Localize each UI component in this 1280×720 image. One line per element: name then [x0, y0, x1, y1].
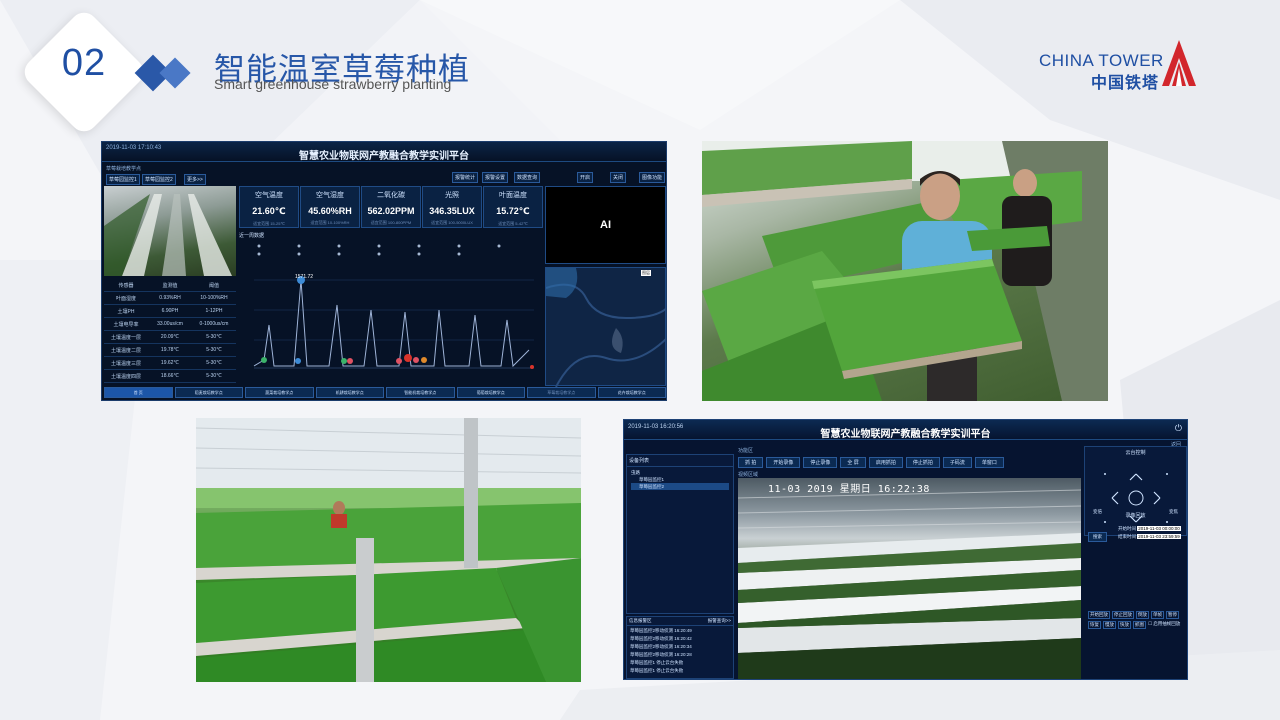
stop-capture-button[interactable]: 停止抓拍 — [905, 457, 940, 468]
dashboard-title: 智慧农业物联网产教融合教学实训平台 — [820, 429, 991, 440]
nav-home[interactable]: 首 页 — [104, 387, 173, 398]
image-function-button[interactable]: 图像功能 — [639, 172, 666, 183]
single-window-button[interactable]: 单窗口 — [974, 457, 1004, 468]
frame-skip-checkbox[interactable]: ☐ 启用抽帧回放 — [1148, 621, 1180, 629]
nav-grape[interactable]: 葡萄栽培教学点 — [456, 387, 525, 398]
end-time-field[interactable]: 2019-11-03 23:59:59 — [1137, 534, 1181, 539]
fast-button[interactable]: 快放 — [1118, 621, 1131, 629]
dashboard-title: 智慧农业物联网产教融合教学实训平台 — [299, 151, 469, 162]
photo-workers-seedling-trays — [702, 141, 1108, 401]
metric-air-humidity: 空气湿度 45.60%RH 适宜范围 10-100%RH — [300, 186, 360, 228]
nav-strawberry[interactable]: 草莓栽培教学点 — [527, 387, 596, 398]
alarm-query-link[interactable]: 报警查询>> — [708, 618, 731, 624]
metric-air-temperature: 空气温度 21.60℃ 适宜范围 15-25℃ — [239, 186, 299, 228]
pause-button[interactable]: 暂停 — [1166, 611, 1179, 619]
table-row: 土壤电导率 33.00us/cm 0-1000us/cm — [104, 318, 236, 331]
table-header-row: 传感器 监测值 阈值 — [104, 279, 236, 292]
tree-root[interactable]: 虫路 — [631, 469, 729, 476]
video-feed[interactable]: 11-03 2019 星期日 16:22:38 — [738, 478, 1081, 679]
dashboard-header: 2019-11-03 16:20:56 智慧农业物联网产教融合教学实训平台 ⏻ — [624, 420, 1187, 440]
logo-text-en: CHINA TOWER — [1039, 51, 1164, 70]
sensor-table: 传感器 监测值 阈值 叶面湿度 0.93%RH 10-100%RH 土壤PH 6.90PH… — [104, 279, 236, 383]
section-number: 02 — [61, 42, 107, 84]
nav-vegetable[interactable]: 蔬菜栽培教学点 — [245, 387, 314, 398]
video-monitor-screenshot: 2019-11-03 16:20:56 智慧农业物联网产教融合教学实训平台 ⏻ … — [623, 419, 1188, 680]
data-query-button[interactable]: 数据查询 — [514, 172, 541, 183]
stop-playback-button[interactable]: 停止回放 — [1112, 611, 1134, 619]
stop-record-button[interactable]: 停止录像 — [803, 457, 838, 468]
power-icon[interactable]: ⏻ — [1175, 423, 1182, 434]
bottom-nav: 首 页 稻麦栽培教学点 蔬菜栽培教学点 机耕栽培教学点 智能机栽培教学点 葡萄栽… — [104, 387, 666, 398]
tree-item-camera2[interactable]: 草莓园监控2 — [631, 483, 729, 490]
nav-machine-farming[interactable]: 机耕栽培教学点 — [315, 387, 384, 398]
alarm-panel: 信息报警区 报警查询>> 草莓园监控2移动侦测 16:20:49 草莓园监控2移动… — [626, 616, 734, 679]
close-button[interactable]: 关闭 — [610, 172, 627, 183]
slow-button[interactable]: 慢放 — [1103, 621, 1116, 629]
table-row: 土壤PH 6.90PH 1-12PH — [104, 305, 236, 318]
map-panel[interactable]: 图层 — [545, 267, 666, 388]
resume-button[interactable]: 恢复 — [1088, 621, 1101, 629]
substream-button[interactable]: 子码流 — [942, 457, 972, 468]
video-area-label: 视频区域 — [738, 472, 759, 478]
nav-flower[interactable]: 花卉栽培教学点 — [597, 387, 666, 398]
alarm-item: 草莓园监控2移动侦测 16:20:42 — [630, 636, 692, 641]
alarm-item: 草莓园监控2移动侦测 16:20:49 — [630, 628, 692, 633]
alarm-stats-button[interactable]: 报警统计 — [452, 172, 479, 183]
capture-button[interactable]: 抓图 — [1133, 621, 1146, 629]
photo-greenhouse-seedling-beds — [196, 418, 581, 682]
metric-co2: 二氧化碳 562.02PPM 适宜范围 100-800PPM — [361, 186, 421, 228]
open-button[interactable]: 开启 — [577, 172, 594, 183]
metric-leaf-temperature: 叶面温度 15.72℃ 适宜范围 5-42℃ — [483, 186, 543, 228]
video-osd-timestamp: 11-03 2019 星期日 16:22:38 — [768, 484, 930, 495]
alarm-item: 草莓园监控1 停止云台失败 — [630, 668, 684, 673]
ai-panel: AI — [545, 186, 666, 264]
tab-more[interactable]: 更多>> — [184, 174, 206, 185]
search-button[interactable]: 搜索 — [1088, 532, 1107, 542]
dashboard-header: 2019-11-03 17:10:43 智慧农业物联网产教融合教学实训平台 — [102, 142, 666, 162]
start-record-button[interactable]: 开始录像 — [766, 457, 801, 468]
table-row: 土壤温度一层 20.09℃ 5-30℃ — [104, 331, 236, 344]
tree-item-camera1[interactable]: 草莓园监控1 — [631, 476, 729, 483]
table-row: 土壤温度四层 18.66℃ 5-30℃ — [104, 370, 236, 383]
nav-smart-machine[interactable]: 智能机栽培教学点 — [386, 387, 455, 398]
iot-dashboard-screenshot: 2019-11-03 17:10:43 智慧农业物联网产教融合教学实训平台 草莓… — [101, 141, 667, 401]
table-row: 土壤温度二层 19.78℃ 5-30℃ — [104, 344, 236, 357]
function-area-label: 功能区 — [738, 448, 754, 454]
alarm-item: 草莓园监控1 停止云台失败 — [630, 660, 684, 665]
tab-camera2[interactable]: 草莓园监控2 — [142, 174, 176, 185]
snapshot-button[interactable]: 抓 拍 — [738, 457, 764, 468]
enable-capture-button[interactable]: 启用抓拍 — [868, 457, 903, 468]
camera-view — [104, 186, 236, 276]
metric-light: 光照 346.35LUX 适宜范围 100-5000LUX — [422, 186, 482, 228]
page-subtitle: Smart greenhouse strawberry planting — [214, 76, 452, 92]
china-tower-logo-icon — [1162, 40, 1196, 86]
weekly-line-chart: 1571.72 — [253, 244, 534, 369]
section-label: 草莓栽培教学点 — [106, 166, 142, 172]
fullscreen-button[interactable]: 全 屏 — [840, 457, 866, 468]
logo-text-cn: 中国铁塔 — [1091, 75, 1160, 92]
nav-rice-wheat[interactable]: 稻麦栽培教学点 — [174, 387, 243, 398]
table-row: 叶面湿度 0.93%RH 10-100%RH — [104, 292, 236, 305]
tab-camera1[interactable]: 草莓园监控1 — [106, 174, 140, 185]
alarm-item: 草莓园监控2移动侦测 16:20:34 — [630, 644, 692, 649]
device-list-panel: 设备列表 虫路 草莓园监控1 草莓园监控2 — [626, 454, 734, 614]
table-row: 土壤温度三层 19.62℃ 5-30℃ — [104, 357, 236, 370]
start-playback-button[interactable]: 开始回放 — [1088, 611, 1110, 619]
function-toolbar: 抓 拍 开始录像 停止录像 全 屏 启用抓拍 停止抓拍 子码流 单窗口 — [738, 457, 1004, 468]
reverse-button[interactable]: 倒放 — [1136, 611, 1149, 619]
svg-text:1571.72: 1571.72 — [295, 274, 313, 280]
single-frame-button[interactable]: 单帧 — [1151, 611, 1164, 619]
playback-panel: 录像回放 搜索 开始时间 2019-11-03 00:00:00 结束时间 20… — [1088, 513, 1181, 629]
chart-label: 近一周数据 — [239, 233, 265, 239]
alarm-settings-button[interactable]: 报警设置 — [482, 172, 509, 183]
start-time-field[interactable]: 2019-11-03 00:00:00 — [1137, 526, 1181, 531]
alarm-item: 草莓园监控2移动侦测 16:20:28 — [630, 652, 692, 657]
